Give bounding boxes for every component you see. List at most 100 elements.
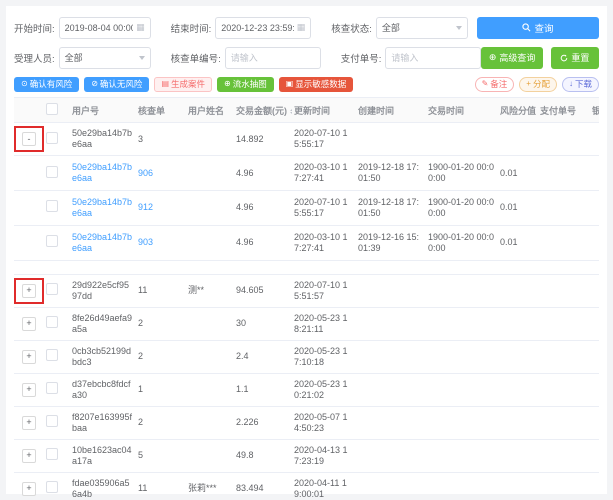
- user-id: f8207e163995fbaa: [72, 411, 133, 433]
- start-time-value[interactable]: [64, 22, 134, 33]
- expand-highlight: [16, 161, 42, 185]
- check-status-value: 全部: [381, 23, 400, 33]
- start-time-input[interactable]: ▦: [58, 16, 151, 39]
- toolbar-button[interactable]: ▣ 显示敏感数据: [278, 76, 354, 92]
- toolbar-button[interactable]: ✎ 备注: [474, 76, 515, 92]
- created-time: 2019-12-16 15:01:39: [356, 225, 426, 261]
- col-amount-sortable[interactable]: 交易金额(元): [234, 97, 292, 123]
- user-id: 0cb3cb52199dbdc3: [72, 345, 132, 367]
- handler-select[interactable]: 全部: [58, 46, 151, 69]
- user-id[interactable]: 50e29ba14b7be6aa: [72, 162, 132, 183]
- select-all-checkbox[interactable]: [46, 103, 58, 115]
- row-checkbox[interactable]: [46, 349, 58, 362]
- trade-amount: 14.892: [234, 122, 292, 156]
- pay-no: [538, 472, 590, 500]
- user-id[interactable]: 50e29ba14b7be6aa: [72, 197, 132, 218]
- query-button[interactable]: 查询: [477, 16, 599, 39]
- sort-carets-icon[interactable]: [290, 107, 292, 115]
- trade-amount: 30: [234, 307, 292, 341]
- row-checkbox[interactable]: [46, 131, 58, 144]
- expand-toggle-button[interactable]: +: [22, 382, 36, 397]
- table-row: - 50e29ba14b7be6aa 3 14.892 2020-07-10 1…: [14, 122, 599, 156]
- row-checkbox[interactable]: [46, 283, 58, 296]
- action-toolbar: ⊙ 确认有风险 ⊘ 确认无风险 ▤ 生成案件 ⊕ 流水抽图 ▣ 显示敏感数据 ✎…: [14, 76, 599, 92]
- check-order-count[interactable]: 906: [138, 168, 153, 178]
- check-order-count: 5: [138, 450, 144, 461]
- created-time: 2019-12-18 17:01:50: [356, 190, 426, 226]
- updated-time: 2020-04-13 17:23:19: [292, 439, 356, 473]
- row-checkbox[interactable]: [46, 481, 58, 494]
- pencil-icon: ✎: [481, 79, 489, 88]
- chevron-down-icon: [138, 55, 145, 60]
- refresh-icon: [561, 54, 568, 61]
- filter-row-1: 开始时间: ▦ 结束时间: ▦ 核查状态: 全部 查询: [14, 16, 599, 39]
- toolbar-button-label: 备注: [490, 79, 508, 89]
- pay-no-input[interactable]: [385, 46, 482, 69]
- check-order-count[interactable]: 903: [138, 237, 153, 247]
- row-checkbox[interactable]: [46, 165, 58, 178]
- col-amount-label: 交易金额(元): [236, 105, 287, 116]
- advanced-query-button[interactable]: ⊕ 高级查询: [481, 46, 543, 69]
- search-icon: [522, 23, 531, 32]
- bank: [590, 274, 599, 308]
- check-order-count: 11: [138, 285, 148, 296]
- pay-no-field: 支付单号:: [341, 46, 482, 69]
- updated-time: 2020-07-10 15:55:17: [292, 122, 356, 156]
- bank: [590, 190, 599, 226]
- end-time-input[interactable]: ▦: [215, 16, 312, 39]
- expand-toggle-button[interactable]: +: [22, 448, 36, 463]
- expand-toggle-button[interactable]: +: [22, 349, 36, 364]
- handler-label: 受理人员:: [14, 53, 55, 65]
- toolbar-button[interactable]: + 分配: [519, 76, 557, 92]
- toolbar-button[interactable]: ⊕ 流水抽图: [217, 76, 274, 92]
- risk-score: [498, 122, 538, 156]
- handler-field: 受理人员: 全部: [14, 46, 151, 69]
- expand-toggle-button[interactable]: +: [22, 283, 36, 298]
- pay-no: [538, 373, 590, 407]
- calendar-icon: ▦: [296, 22, 306, 32]
- check-no-label: 核查单编号:: [170, 53, 221, 65]
- plus-icon: +: [526, 79, 531, 88]
- row-checkbox[interactable]: [46, 200, 58, 213]
- expand-toggle-button[interactable]: -: [22, 132, 36, 146]
- check-no-value[interactable]: [230, 52, 315, 63]
- reset-button[interactable]: 重置: [550, 46, 599, 69]
- table-row: + 0cb3cb52199dbdc3 2 2.4 2020-05-23 17:1…: [14, 340, 599, 374]
- user-name: [186, 190, 234, 226]
- toolbar-button-label: 分配: [532, 79, 550, 89]
- row-checkbox[interactable]: [46, 448, 58, 461]
- col-pay-no: 支付单号: [538, 97, 590, 123]
- toolbar-button[interactable]: ⊘ 确认无风险: [84, 76, 150, 92]
- created-time: [356, 373, 426, 407]
- created-time: [356, 274, 426, 308]
- created-time: [356, 340, 426, 374]
- pay-no-value[interactable]: [391, 52, 476, 63]
- expand-toggle-button[interactable]: +: [22, 415, 36, 430]
- user-name: [186, 307, 234, 341]
- row-checkbox[interactable]: [46, 415, 58, 428]
- toolbar-right: ✎ 备注 + 分配 ↓ 下载: [474, 76, 599, 92]
- expand-toggle-button[interactable]: +: [22, 316, 36, 331]
- spacer-row: [14, 260, 599, 275]
- toolbar-button-label: 下载: [574, 79, 592, 89]
- check-order-count[interactable]: 912: [138, 202, 153, 212]
- created-time: 2019-12-18 17:01:50: [356, 155, 426, 191]
- row-checkbox[interactable]: [46, 316, 58, 329]
- col-user-id: 用户号: [70, 97, 136, 123]
- trade-time: [426, 472, 498, 500]
- toolbar-button[interactable]: ▤ 生成案件: [154, 76, 213, 92]
- expand-highlight: +: [16, 379, 42, 401]
- pay-no: [538, 274, 590, 308]
- check-no-input[interactable]: [224, 46, 321, 69]
- row-checkbox[interactable]: [46, 382, 58, 395]
- check-status-select[interactable]: 全部: [375, 16, 468, 39]
- expand-toggle-button[interactable]: +: [22, 481, 36, 496]
- row-checkbox[interactable]: [46, 235, 58, 248]
- user-name: 测**: [186, 274, 234, 308]
- user-id: fdae035906a56a4b: [72, 477, 130, 499]
- trade-amount: 49.8: [234, 439, 292, 473]
- toolbar-button[interactable]: ⊙ 确认有风险: [14, 76, 80, 92]
- user-id[interactable]: 50e29ba14b7be6aa: [72, 232, 132, 253]
- end-time-value[interactable]: [221, 22, 294, 33]
- toolbar-button[interactable]: ↓ 下载: [561, 76, 599, 92]
